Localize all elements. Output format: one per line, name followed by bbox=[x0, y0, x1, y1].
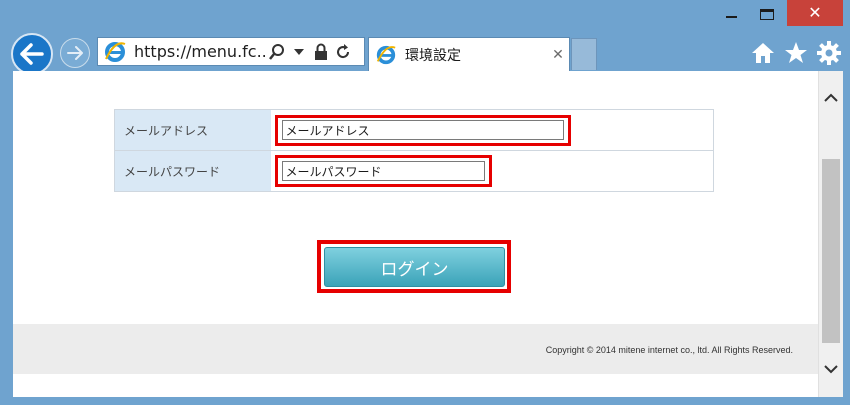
email-label: メールアドレス bbox=[114, 109, 271, 151]
password-row: メールパスワード bbox=[114, 150, 714, 192]
new-tab-button[interactable] bbox=[571, 38, 597, 70]
page-content: メールアドレス メールパスワード ログイン Copyright © 2014 m… bbox=[13, 71, 818, 397]
back-button[interactable] bbox=[11, 33, 53, 75]
url-text[interactable]: https://menu.fc... bbox=[134, 42, 266, 61]
maximize-button[interactable] bbox=[750, 0, 784, 28]
dropdown-arrow-icon[interactable] bbox=[288, 39, 310, 65]
close-icon: ✕ bbox=[808, 3, 822, 22]
minimize-icon bbox=[725, 16, 737, 18]
login-button[interactable]: ログイン bbox=[324, 247, 505, 287]
address-bar[interactable]: https://menu.fc... bbox=[97, 37, 365, 66]
copyright-text: Copyright © 2014 mitene internet co., lt… bbox=[545, 345, 793, 355]
close-button[interactable]: ✕ bbox=[787, 0, 843, 26]
password-field[interactable] bbox=[281, 161, 485, 181]
forward-button[interactable] bbox=[60, 38, 90, 68]
lock-icon[interactable] bbox=[310, 39, 332, 65]
tab-close-icon[interactable]: ✕ bbox=[547, 47, 569, 63]
back-arrow-icon bbox=[20, 43, 44, 65]
scroll-down-icon[interactable] bbox=[819, 351, 843, 387]
settings-gear-icon[interactable] bbox=[815, 39, 843, 67]
email-row: メールアドレス bbox=[114, 109, 714, 151]
search-icon[interactable] bbox=[266, 39, 288, 65]
favorites-star-icon[interactable] bbox=[782, 39, 810, 67]
tab-ie-logo-icon bbox=[373, 42, 399, 68]
home-icon[interactable] bbox=[749, 39, 777, 67]
login-form: メールアドレス メールパスワード bbox=[114, 109, 714, 192]
minimize-button[interactable] bbox=[714, 0, 748, 28]
browser-window: ✕ https://menu.fc... 環境設定 ✕ メールアドレス メールア… bbox=[0, 0, 850, 405]
tab-settings[interactable]: 環境設定 ✕ bbox=[368, 37, 570, 71]
password-label: メールパスワード bbox=[114, 150, 271, 192]
scroll-up-icon[interactable] bbox=[819, 79, 843, 115]
scroll-thumb[interactable] bbox=[822, 159, 840, 343]
maximize-icon bbox=[760, 8, 774, 20]
refresh-icon[interactable] bbox=[332, 39, 354, 65]
vertical-scrollbar[interactable] bbox=[818, 71, 843, 397]
page-footer: Copyright © 2014 mitene internet co., lt… bbox=[13, 324, 818, 374]
email-field[interactable] bbox=[281, 120, 564, 140]
forward-arrow-icon bbox=[67, 46, 83, 60]
tab-title: 環境設定 bbox=[405, 47, 461, 64]
ie-logo-icon bbox=[102, 39, 128, 65]
